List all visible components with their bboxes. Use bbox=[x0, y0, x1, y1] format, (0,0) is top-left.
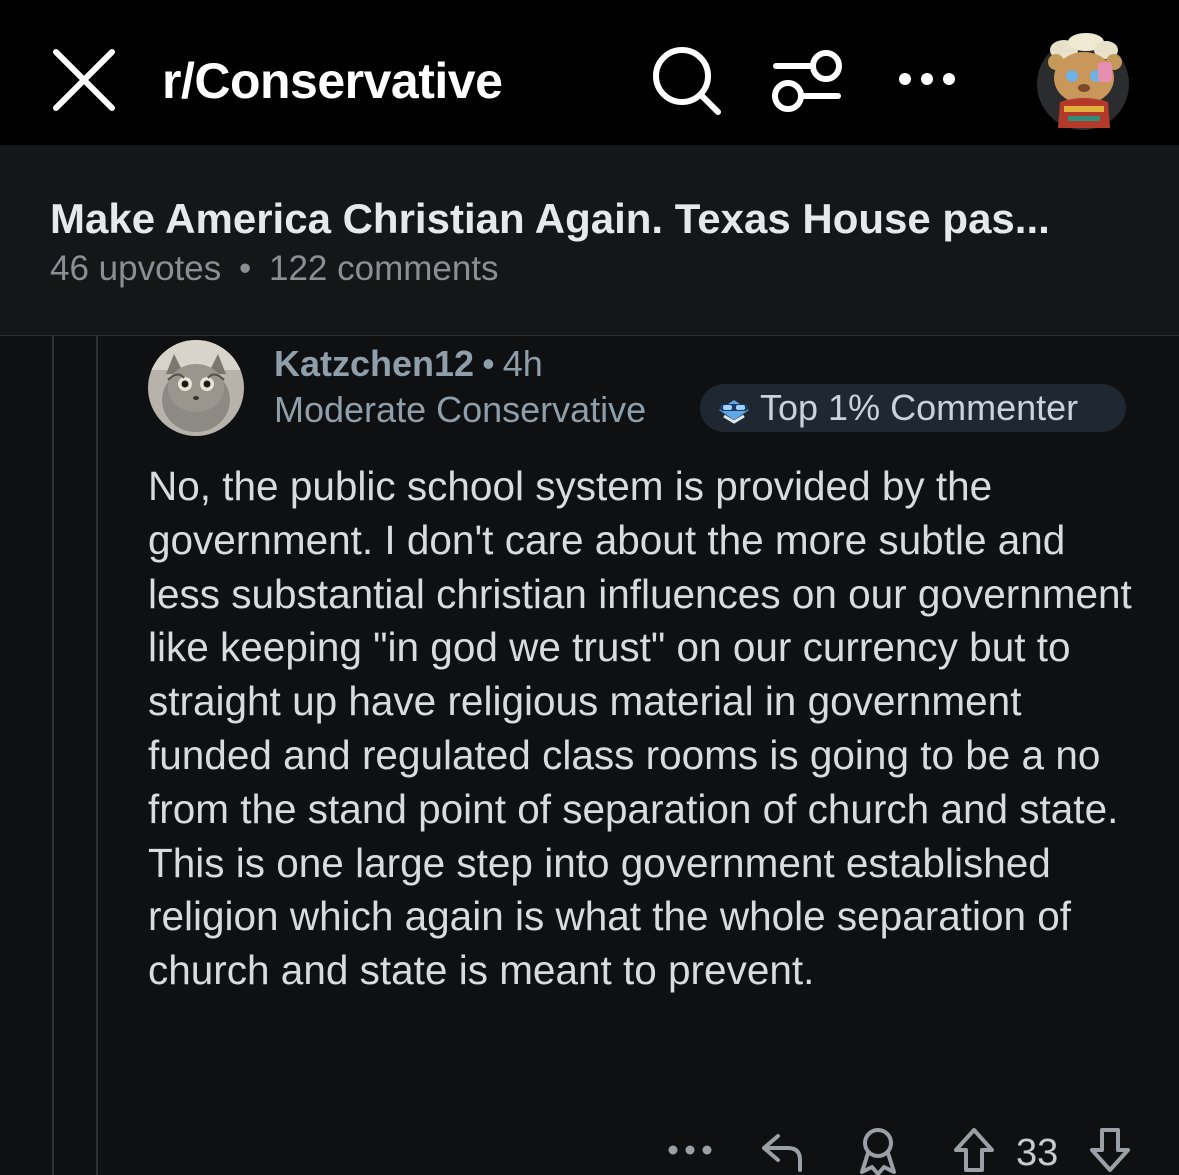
thread-line[interactable] bbox=[96, 336, 98, 1175]
search-icon[interactable] bbox=[650, 44, 724, 118]
username[interactable]: Katzchen12 bbox=[274, 343, 474, 384]
comment-body: No, the public school system is provided… bbox=[148, 463, 1132, 994]
comment-age: 4h bbox=[502, 343, 543, 384]
vote-score: 33 bbox=[1016, 1132, 1059, 1174]
avatar[interactable] bbox=[1034, 32, 1132, 130]
award-icon[interactable] bbox=[856, 1126, 900, 1175]
comment-author[interactable]: Katzchen12 • 4h bbox=[274, 343, 543, 385]
close-icon[interactable] bbox=[50, 48, 118, 112]
user-avatar[interactable] bbox=[148, 340, 244, 436]
post-meta: 46 upvotes • 122 comments bbox=[50, 249, 499, 289]
downvote-icon[interactable] bbox=[1088, 1126, 1132, 1174]
meta-separator: • bbox=[238, 249, 252, 288]
upvote-icon[interactable] bbox=[952, 1126, 996, 1174]
reply-icon[interactable] bbox=[758, 1128, 806, 1172]
thread-line[interactable] bbox=[52, 336, 54, 1175]
commenter-badge-icon bbox=[719, 400, 749, 424]
post-title[interactable]: Make America Christian Again. Texas Hous… bbox=[50, 195, 1150, 243]
subreddit-name[interactable]: r/Conservative bbox=[162, 52, 503, 110]
achievement-badge[interactable]: Top 1% Commenter bbox=[700, 384, 1126, 432]
more-icon[interactable] bbox=[665, 1140, 715, 1160]
author-separator: • bbox=[482, 343, 495, 384]
top-bar: r/Conservative bbox=[0, 0, 1179, 145]
upvote-count: 46 upvotes bbox=[50, 249, 222, 288]
more-icon[interactable] bbox=[895, 56, 959, 102]
badge-label: Top 1% Commenter bbox=[760, 387, 1079, 428]
filter-icon[interactable] bbox=[770, 46, 844, 116]
post-header[interactable]: Make America Christian Again. Texas Hous… bbox=[0, 145, 1179, 336]
user-flair: Moderate Conservative bbox=[274, 389, 647, 430]
comment-count: 122 comments bbox=[268, 249, 499, 288]
comment-actions: 33 bbox=[660, 1122, 1179, 1175]
